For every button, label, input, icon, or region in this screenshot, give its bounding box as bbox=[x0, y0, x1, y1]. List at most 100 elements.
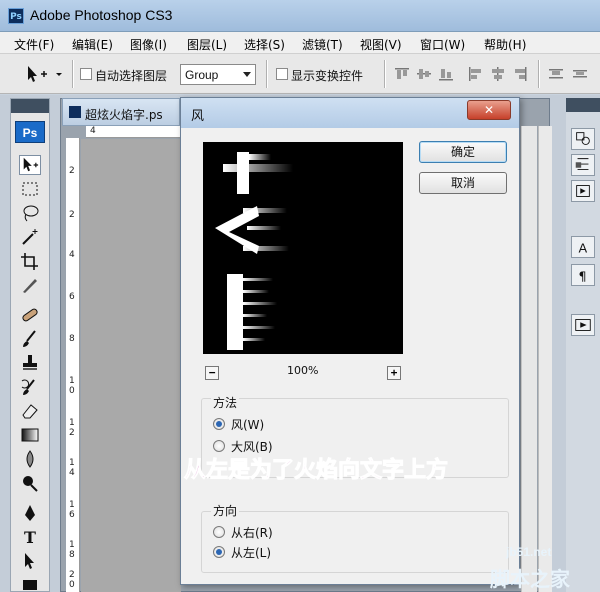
ruler-label: 1 bbox=[69, 540, 75, 550]
move-tool-icon[interactable] bbox=[19, 155, 41, 175]
crop-tool-icon[interactable] bbox=[19, 251, 41, 271]
menu-view[interactable]: 视图(V) bbox=[360, 36, 402, 53]
vertical-ruler: 2 2 4 6 8 1 0 1 2 1 4 1 6 1 8 2 0 bbox=[66, 138, 80, 592]
history-brush-tool-icon[interactable] bbox=[19, 377, 41, 397]
ruler-label: 2 bbox=[69, 570, 75, 580]
show-transform-checkbox[interactable] bbox=[276, 68, 288, 80]
align-right-icon[interactable] bbox=[512, 67, 528, 81]
menu-select[interactable]: 选择(S) bbox=[244, 36, 285, 53]
dialog-title-bar[interactable]: 风 ✕ bbox=[181, 98, 519, 128]
separator bbox=[538, 60, 540, 88]
method-blast-radio[interactable] bbox=[213, 440, 225, 452]
direction-group bbox=[201, 511, 509, 573]
menu-layer[interactable]: 图层(L) bbox=[187, 36, 227, 53]
character-panel-icon[interactable]: A bbox=[571, 236, 595, 258]
tutorial-caption: 从左是为了火焰向文字上方 bbox=[183, 458, 449, 484]
ruler-label: 1 bbox=[69, 376, 75, 386]
ruler-label: 8 bbox=[69, 334, 75, 344]
svg-text:T: T bbox=[24, 528, 36, 547]
direction-from-right-radio[interactable] bbox=[213, 526, 225, 538]
menu-filter[interactable]: 滤镜(T) bbox=[302, 36, 343, 53]
ruler-label: 8 bbox=[69, 550, 75, 560]
align-horizontal-center-icon[interactable] bbox=[490, 67, 506, 81]
ruler-label: 1 bbox=[69, 458, 75, 468]
menu-file[interactable]: 文件(F) bbox=[14, 36, 54, 53]
wind-filter-dialog: 风 ✕ − 100% + 确定 取消 方法 风(W) 大风(B) 方向 从右(R… bbox=[180, 97, 520, 585]
close-button[interactable]: ✕ bbox=[467, 100, 511, 120]
menu-edit[interactable]: 编辑(E) bbox=[72, 36, 113, 53]
watermark-url: jb51.net bbox=[506, 545, 552, 559]
ruler-label: 4 bbox=[69, 468, 75, 478]
document-tab[interactable]: 超炫火焰字.ps bbox=[62, 98, 180, 126]
ruler-label: 0 bbox=[69, 386, 75, 396]
ruler-label: 2 bbox=[69, 166, 75, 176]
toolbox: Ps T bbox=[10, 98, 50, 592]
ruler-label: 0 bbox=[69, 580, 75, 590]
document-canvas[interactable] bbox=[81, 139, 181, 592]
zoom-in-button[interactable]: + bbox=[387, 366, 401, 380]
ok-button[interactable]: 确定 bbox=[419, 141, 507, 163]
brush-tool-icon[interactable] bbox=[19, 329, 41, 349]
watermark-name: 脚本之家 bbox=[490, 567, 570, 591]
options-bar: 自动选择图层 Group 显示变换控件 bbox=[0, 54, 600, 94]
wind-preview-image bbox=[215, 152, 293, 350]
ruler-label: 1 bbox=[69, 418, 75, 428]
align-vertical-center-icon[interactable] bbox=[416, 67, 432, 81]
navigator-panel-icon[interactable] bbox=[571, 128, 595, 150]
photoshop-document-icon bbox=[69, 106, 81, 118]
document-vertical-scrollbar[interactable] bbox=[538, 126, 552, 592]
dialog-title: 风 bbox=[191, 109, 205, 124]
menu-bar: 文件(F) 编辑(E) 图像(I) 图层(L) 选择(S) 滤镜(T) 视图(V… bbox=[0, 32, 600, 54]
eraser-tool-icon[interactable] bbox=[19, 401, 41, 421]
horizontal-ruler: 4 bbox=[86, 126, 186, 138]
distribute-center-icon[interactable] bbox=[572, 67, 588, 81]
gradient-tool-icon[interactable] bbox=[19, 425, 41, 445]
shape-tool-icon[interactable] bbox=[19, 575, 41, 592]
healing-brush-tool-icon[interactable] bbox=[19, 305, 41, 325]
distribute-top-icon[interactable] bbox=[548, 67, 564, 81]
vertical-scrollbar[interactable] bbox=[521, 126, 537, 592]
title-bar: Ps Adobe Photoshop CS3 bbox=[0, 0, 600, 32]
align-left-icon[interactable] bbox=[468, 67, 484, 81]
photoshop-logo: Ps bbox=[15, 121, 45, 143]
move-tool-preset-button[interactable] bbox=[22, 63, 66, 85]
dodge-tool-icon[interactable] bbox=[19, 473, 41, 493]
menu-image[interactable]: 图像(I) bbox=[130, 36, 167, 53]
type-tool-icon[interactable]: T bbox=[19, 527, 41, 547]
lasso-tool-icon[interactable] bbox=[19, 203, 41, 223]
method-wind-label: 风(W) bbox=[231, 418, 265, 432]
clone-stamp-tool-icon[interactable] bbox=[19, 353, 41, 373]
path-selection-tool-icon[interactable] bbox=[19, 551, 41, 571]
panel-dock: A ¶ bbox=[566, 98, 600, 592]
svg-text:A: A bbox=[578, 240, 587, 255]
filter-preview[interactable] bbox=[203, 142, 403, 354]
blur-tool-icon[interactable] bbox=[19, 449, 41, 469]
align-top-icon[interactable] bbox=[394, 67, 410, 81]
align-bottom-icon[interactable] bbox=[438, 67, 454, 81]
ruler-label: 6 bbox=[69, 510, 75, 520]
ruler-label: 1 bbox=[69, 500, 75, 510]
layers-panel-icon[interactable] bbox=[571, 314, 595, 336]
slice-tool-icon[interactable] bbox=[19, 275, 41, 295]
actions-panel-icon[interactable] bbox=[571, 180, 595, 202]
method-wind-radio[interactable] bbox=[213, 418, 225, 430]
magic-wand-tool-icon[interactable] bbox=[19, 227, 41, 247]
menu-help[interactable]: 帮助(H) bbox=[484, 36, 526, 53]
svg-text:¶: ¶ bbox=[578, 268, 586, 283]
direction-from-left-radio[interactable] bbox=[213, 546, 225, 558]
document-title: 超炫火焰字.ps bbox=[85, 108, 163, 122]
auto-select-target-select[interactable]: Group bbox=[180, 64, 256, 85]
ruler-label: 4 bbox=[69, 250, 75, 260]
panel-dock-grip[interactable] bbox=[566, 98, 600, 112]
pen-tool-icon[interactable] bbox=[19, 503, 41, 523]
marquee-tool-icon[interactable] bbox=[19, 179, 41, 199]
show-transform-label: 显示变换控件 bbox=[291, 69, 364, 83]
paragraph-panel-icon[interactable]: ¶ bbox=[571, 264, 595, 286]
toolbox-grip[interactable] bbox=[11, 99, 49, 113]
history-panel-icon[interactable] bbox=[571, 154, 595, 176]
ruler-label: 2 bbox=[69, 428, 75, 438]
menu-window[interactable]: 窗口(W) bbox=[420, 36, 465, 53]
cancel-button[interactable]: 取消 bbox=[419, 172, 507, 194]
zoom-out-button[interactable]: − bbox=[205, 366, 219, 380]
auto-select-checkbox[interactable] bbox=[80, 68, 92, 80]
